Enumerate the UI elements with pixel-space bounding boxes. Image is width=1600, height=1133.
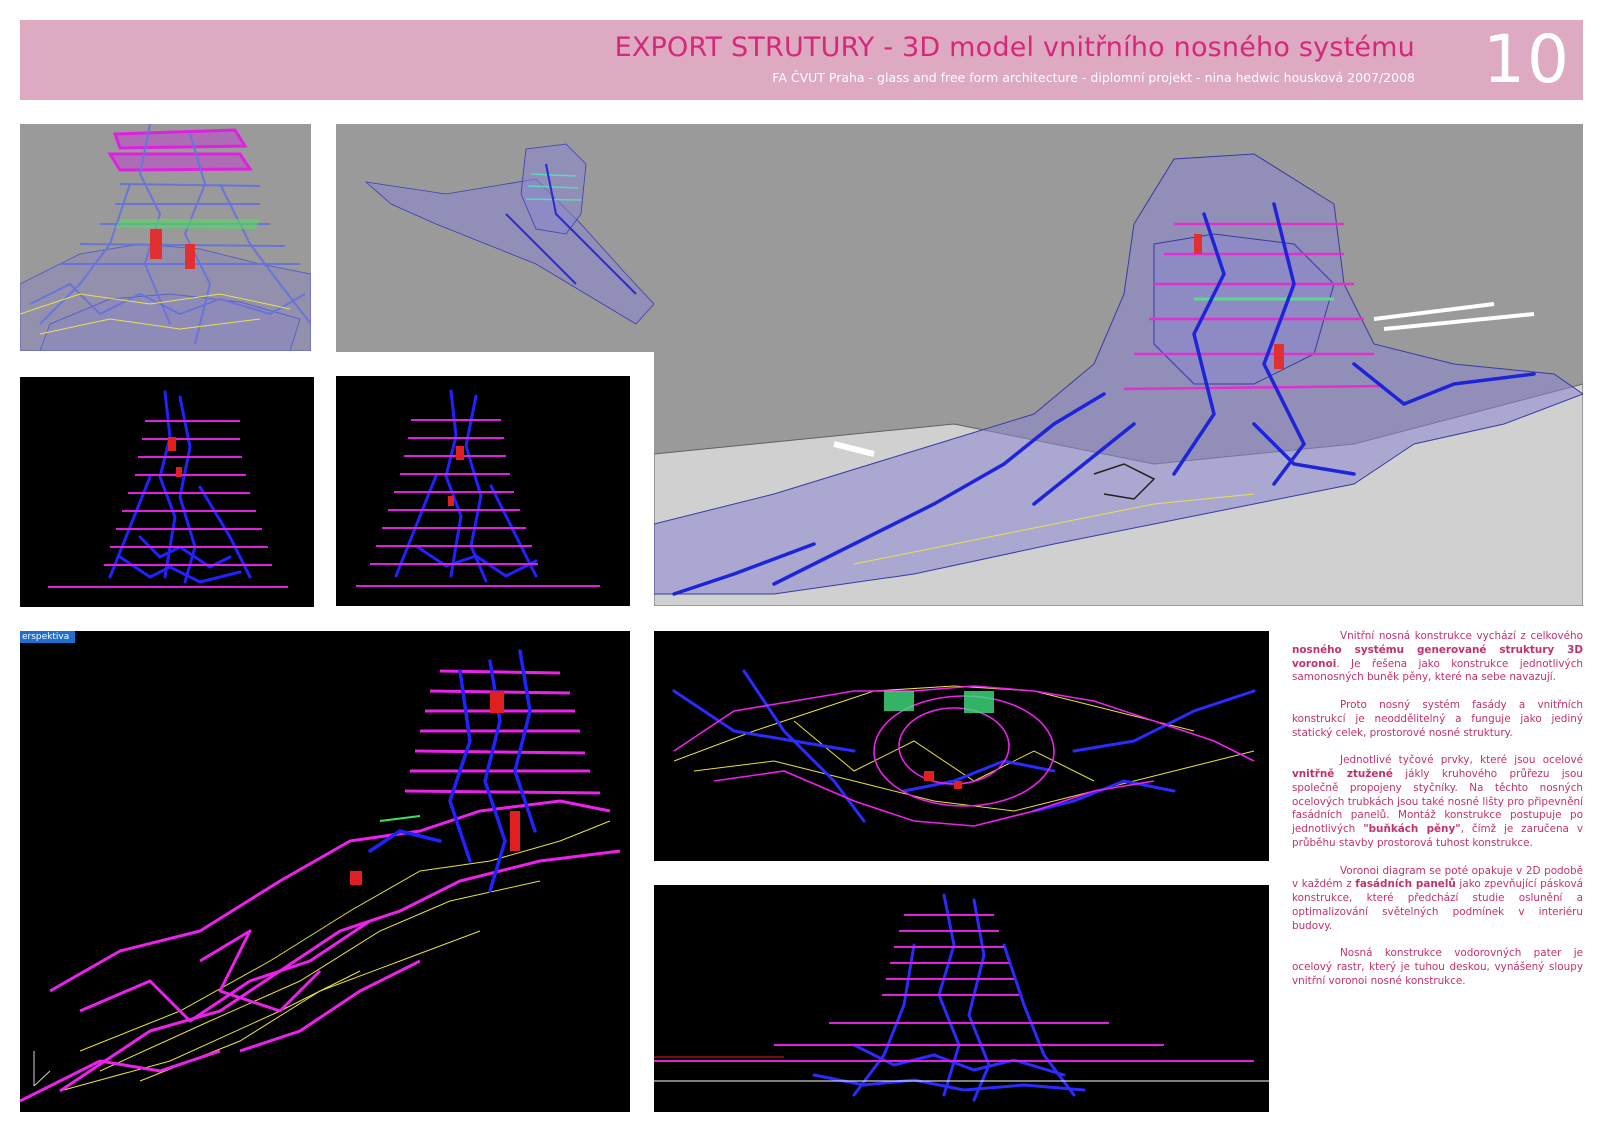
render-tower-closeup [20,124,311,351]
description-paragraph: Jednotlivé tyčové prvky, které jsou ocel… [1292,754,1583,851]
description-emphasis: "buňkách pěny" [1363,823,1461,836]
description-run: . Je řešena jako konstrukce jednotlivých… [1292,657,1583,684]
description-emphasis: vnitřně ztužené [1292,767,1393,780]
description-paragraph: Voronoi diagram se poté opakuje v 2D pod… [1292,865,1583,934]
page-number: 10 [1483,21,1571,98]
description-run: Proto nosný systém fasády a vnitřních ko… [1292,698,1583,739]
description-paragraph: Proto nosný systém fasády a vnitřních ko… [1292,699,1583,740]
description-paragraph: Nosná konstrukce vodorovných pater je oc… [1292,947,1583,988]
elevation-view-front [20,377,314,607]
render-perspective-tower [654,124,1583,606]
description-text: Vnitřní nosná konstrukce vychází z celko… [1292,630,1583,1003]
render-perspective-far [336,124,654,352]
description-paragraph: Vnitřní nosná konstrukce vychází z celko… [1292,630,1583,685]
perspective-viewport-tab[interactable]: erspektiva [20,631,76,643]
plan-view-top [654,631,1269,861]
elevation-view-long [654,885,1269,1112]
page-title: EXPORT STRUTURY - 3D model vnitřního nos… [614,32,1415,63]
viewport-perspective[interactable]: erspektiva [20,631,630,1112]
description-emphasis: fasádních panelů [1355,878,1456,891]
description-run: Vnitřní nosná konstrukce vychází z celko… [1340,630,1583,642]
page-subtitle: FA ČVUT Praha - glass and free form arch… [772,70,1415,85]
description-run: Jednotlivé tyčové prvky, které jsou ocel… [1340,754,1583,767]
elevation-view-side [336,376,630,606]
description-run: Nosná konstrukce vodorovných pater je oc… [1292,947,1583,987]
title-banner: EXPORT STRUTURY - 3D model vnitřního nos… [20,20,1583,100]
